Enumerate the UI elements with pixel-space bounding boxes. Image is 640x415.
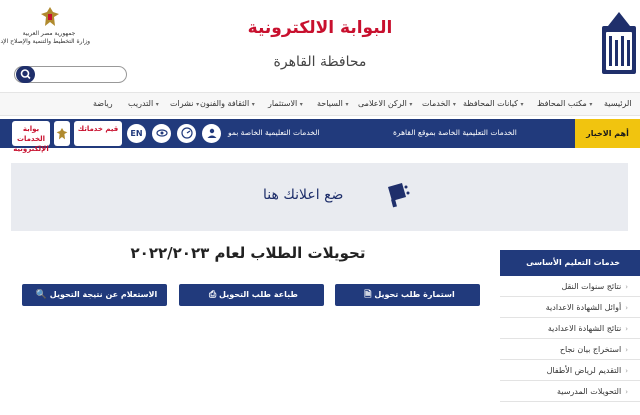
sidebar-item[interactable]: ‹أوائل الشهادة الاعدادية xyxy=(500,297,640,318)
chevron-down-icon: ▾ xyxy=(196,101,200,108)
accessibility-button[interactable] xyxy=(152,124,171,143)
news-label: أهم الاخبار xyxy=(575,119,640,148)
ad-banner[interactable]: ضع اعلانك هنا xyxy=(11,163,628,231)
transfer-form-button[interactable]: استمارة طلب تحويل 🗎 xyxy=(335,284,480,306)
egypt-eagle-icon xyxy=(41,7,59,26)
speed-button[interactable] xyxy=(177,124,196,143)
document-icon: 🗎 xyxy=(364,290,372,300)
nav-item-media[interactable]: ▾ الركن الاعلامى xyxy=(358,99,412,108)
nav-item-investment[interactable]: ▾ الاستثمار xyxy=(268,99,303,108)
nav-item-governor-office[interactable]: ▾ مكتب المحافظ xyxy=(537,99,592,108)
news-ticker-item[interactable]: الخدمات التعليمية الخاصة بمو xyxy=(228,128,319,137)
chevron-down-icon: ▾ xyxy=(299,101,303,108)
chevron-down-icon: ▾ xyxy=(251,101,255,108)
gov-line-2: وزارة التخطيط والتنمية والإصلاح الإداري xyxy=(0,38,90,45)
eye-icon xyxy=(155,129,168,137)
page-title: تحويلات الطلاب لعام ٢٠٢٢/٢٠٢٣ xyxy=(130,244,366,262)
chevron-down-icon: ▾ xyxy=(452,101,456,108)
chevron-down-icon: ▾ xyxy=(520,101,524,108)
eagle-badge[interactable] xyxy=(54,121,70,146)
nav-item-entities[interactable]: ▾ كيانات المحافظة xyxy=(463,99,524,108)
main-nav: رياضة ▾ التدريب ▾ نشرات ▾ الثقافة والفنو… xyxy=(0,92,640,116)
sidebar-item[interactable]: ‹التقديم لرياض الأطفال xyxy=(500,360,640,381)
chevron-left-icon: ‹ xyxy=(625,325,628,333)
nav-item-home[interactable]: الرئيسية xyxy=(604,99,632,108)
chevron-left-icon: ‹ xyxy=(625,304,628,312)
ad-text: ضع اعلانك هنا xyxy=(263,187,344,203)
e-services-badge[interactable]: بوابة الخدمات الإلكترونية xyxy=(12,121,50,153)
rate-services-badge[interactable]: قيم خدماتك xyxy=(74,121,122,146)
chevron-left-icon: ‹ xyxy=(625,367,628,375)
search-button[interactable] xyxy=(16,66,35,83)
nav-item-services[interactable]: ▾ الخدمات xyxy=(422,99,456,108)
language-button[interactable]: EN xyxy=(127,124,146,143)
sidebar-item[interactable]: ‹التحويلات المدرسية xyxy=(500,381,640,402)
gauge-icon xyxy=(180,127,193,139)
printer-icon: ⎙ xyxy=(209,290,217,300)
chevron-left-icon: ‹ xyxy=(625,346,628,354)
nav-item-tourism[interactable]: ▾ السياحة xyxy=(317,99,348,108)
search-icon: 🔍 xyxy=(35,290,47,300)
nav-item-training[interactable]: ▾ التدريب xyxy=(128,99,159,108)
news-ticker-item[interactable]: الخدمات التعليمية الخاصة بموقع القاهرة xyxy=(393,128,517,137)
chevron-left-icon: ‹ xyxy=(625,388,628,396)
cairo-logo-icon[interactable] xyxy=(600,12,638,76)
user-icon xyxy=(207,128,216,138)
egypt-eagle-icon xyxy=(56,128,68,140)
site-header: البوابة الالكترونية محافظة القاهرة جمهور… xyxy=(0,0,640,92)
login-button[interactable] xyxy=(202,124,221,143)
nav-item-culture[interactable]: ▾ الثقافة والفنون xyxy=(200,99,255,108)
sidebar-list: ‹نتائج سنوات النقل ‹أوائل الشهادة الاعدا… xyxy=(500,276,640,402)
sidebar-item[interactable]: ‹استخراج بيان نجاح xyxy=(500,339,640,360)
gov-line-1: جمهورية مصر العربية xyxy=(22,30,76,37)
sidebar-item[interactable]: ‹نتائج الشهادة الاعدادية xyxy=(500,318,640,339)
nav-item-sports[interactable]: رياضة xyxy=(93,99,113,108)
site-subtitle: محافظة القاهرة xyxy=(273,54,367,70)
site-title: البوابة الالكترونية xyxy=(247,18,393,38)
sidebar-item[interactable]: ‹نتائج سنوات النقل xyxy=(500,276,640,297)
sidebar-heading: خدمات التعليم الأساسى xyxy=(500,250,640,276)
megaphone-icon xyxy=(388,183,410,208)
search-icon xyxy=(20,69,31,80)
chevron-down-icon: ▾ xyxy=(589,101,593,108)
news-bar: بوابة الخدمات الإلكترونية قيم خدماتك EN … xyxy=(0,119,640,153)
chevron-left-icon: ‹ xyxy=(625,283,628,291)
chevron-down-icon: ▾ xyxy=(345,101,349,108)
chevron-down-icon: ▾ xyxy=(155,101,159,108)
chevron-down-icon: ▾ xyxy=(409,101,413,108)
print-transfer-button[interactable]: طباعة طلب التحويل ⎙ xyxy=(179,284,324,306)
check-transfer-result-button[interactable]: الاستعلام عن نتيجة التحويل 🔍 xyxy=(22,284,167,306)
nav-item-bulletins[interactable]: ▾ نشرات xyxy=(170,99,199,108)
